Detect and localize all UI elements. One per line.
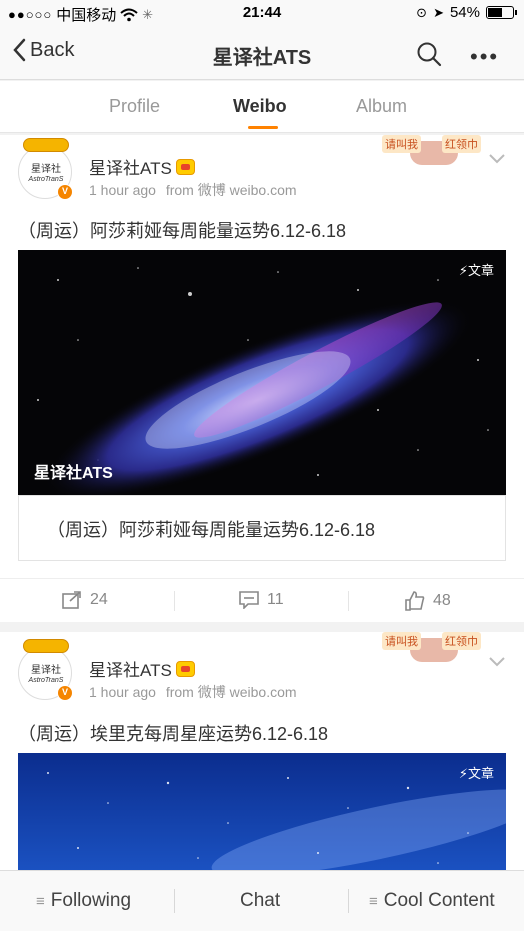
tab-profile[interactable]: Profile [109, 96, 160, 117]
post-time: 1 hour ago [89, 684, 156, 700]
avatar-subtext: AstroTranS [28, 176, 64, 183]
post-image[interactable]: ⚡文章 星译社ATS [18, 250, 506, 495]
profile-tabs: Profile Weibo Album [0, 81, 524, 133]
article-badge: ⚡文章 [458, 766, 494, 781]
status-right: ⊙ ➤ 54% [416, 4, 517, 21]
post-menu-chevron-icon[interactable] [488, 652, 506, 673]
post-meta: 1 hour ago from 微博 weibo.com [89, 682, 297, 702]
avatar[interactable]: 星译社 AstroTranS V [18, 639, 73, 701]
article-preview[interactable]: （周运）阿莎莉娅每周能量运势6.12-6.18 [18, 495, 506, 561]
banner-text-right: 红领巾 [442, 632, 481, 650]
action-divider [174, 591, 175, 611]
avatar-text: 星译社 [31, 665, 61, 676]
chat-label: Chat [240, 890, 281, 911]
post-source: from 微博 weibo.com [165, 182, 297, 198]
username-text: 星译社ATS [89, 661, 172, 680]
avatar[interactable]: 星译社 AstroTranS V [18, 138, 73, 200]
post-time: 1 hour ago [89, 182, 156, 198]
back-label: Back [30, 38, 75, 61]
vip-crown-icon [175, 660, 195, 677]
more-dots-icon: ••• [470, 44, 500, 69]
article-badge: ⚡文章 [458, 263, 494, 278]
thumbs-up-icon [405, 591, 425, 611]
avatar-subtext: AstroTranS [28, 677, 64, 684]
page-title: 星译社ATS [212, 47, 312, 69]
tab-weibo[interactable]: Weibo [233, 96, 287, 117]
like-count: 48 [433, 592, 451, 609]
promo-banner[interactable]: 请叫我 红领巾 [382, 632, 488, 662]
verified-badge-icon: V [57, 685, 73, 701]
comment-count: 11 [267, 591, 284, 608]
banner-text-right: 红领巾 [442, 135, 481, 153]
location-arrow-icon: ➤ [433, 4, 444, 20]
repost-count: 24 [90, 591, 108, 608]
like-button[interactable]: 48 [405, 591, 451, 611]
username[interactable]: 星译社ATS [89, 656, 195, 681]
active-tab-indicator [248, 126, 278, 129]
crown-icon [23, 138, 69, 152]
banner-text-left: 请叫我 [382, 135, 421, 153]
post-text: （周运）埃里克每周星座运势6.12-6.18 [18, 724, 329, 744]
repost-button[interactable]: 24 [62, 591, 108, 609]
battery-percent: 54% [449, 4, 480, 21]
comment-icon [239, 591, 259, 609]
action-divider [348, 591, 349, 611]
nav-bar: Back 星译社ATS ••• [0, 28, 524, 80]
banner-text-left: 请叫我 [382, 632, 421, 650]
starfield-image [18, 753, 506, 873]
post-meta: 1 hour ago from 微博 weibo.com [89, 180, 297, 200]
rotation-lock-icon: ⊙ [416, 4, 428, 20]
search-button[interactable] [416, 41, 442, 72]
menu-lines-icon: ≡ [36, 892, 45, 910]
username-text: 星译社ATS [89, 159, 172, 178]
chevron-left-icon [13, 38, 26, 62]
more-button[interactable]: ••• [470, 44, 499, 70]
avatar-text: 星译社 [31, 164, 61, 175]
feed-card: 星译社 AstroTranS V 星译社ATS 1 hour ago from … [0, 632, 524, 873]
image-watermark: 星译社ATS [34, 465, 113, 482]
post-image[interactable]: ⚡文章 [18, 753, 506, 873]
post-source: from 微博 weibo.com [165, 684, 297, 700]
crown-icon [23, 639, 69, 653]
cool-content-label: Cool Content [383, 890, 495, 911]
toolbar-divider [174, 889, 175, 913]
tab-album[interactable]: Album [356, 96, 407, 117]
following-button[interactable]: ≡ Following [36, 890, 131, 912]
cool-content-button[interactable]: ≡ Cool Content [369, 890, 495, 912]
battery-icon [486, 6, 517, 19]
post-action-bar: 24 11 48 [0, 578, 524, 622]
promo-banner[interactable]: 请叫我 红领巾 [382, 135, 488, 165]
bottom-toolbar: ≡ Following Chat ≡ Cool Content [0, 870, 524, 931]
following-label: Following [50, 890, 132, 911]
chat-button[interactable]: Chat [240, 890, 280, 912]
username[interactable]: 星译社ATS [89, 154, 195, 179]
post-menu-chevron-icon[interactable] [488, 149, 506, 170]
post-text: （周运）阿莎莉娅每周能量运势6.12-6.18 [18, 221, 347, 241]
search-icon [417, 42, 442, 67]
status-bar: ●●○○○ 中国移动 ✳ 21:44 ⊙ ➤ 54% [0, 0, 524, 28]
article-preview-title: （周运）阿莎莉娅每周能量运势6.12-6.18 [47, 520, 376, 540]
repost-icon [62, 591, 81, 609]
comment-button[interactable]: 11 [239, 591, 284, 609]
feed-card: 星译社 AstroTranS V 星译社ATS 1 hour ago from … [0, 135, 524, 622]
back-button[interactable]: Back [12, 38, 74, 62]
menu-lines-icon: ≡ [369, 892, 378, 910]
verified-badge-icon: V [57, 184, 73, 200]
vip-crown-icon [175, 158, 195, 175]
toolbar-divider [348, 889, 349, 913]
